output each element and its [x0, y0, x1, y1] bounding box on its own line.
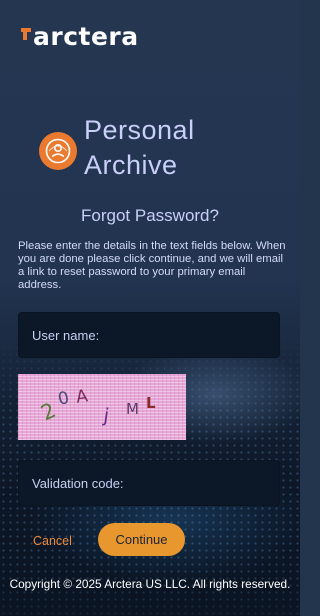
continue-button[interactable]: Continue — [98, 523, 185, 556]
svg-text:2: 2 — [37, 398, 59, 425]
username-input[interactable] — [19, 313, 279, 357]
copyright-footer: Copyright © 2025 Arctera US LLC. All rig… — [9, 577, 291, 591]
svg-text:M: M — [126, 400, 139, 418]
captcha-text-graphic: 2 0 A j M L — [37, 386, 156, 427]
validation-code-input[interactable] — [19, 461, 279, 505]
validation-code-field-container — [18, 460, 280, 506]
svg-text:0: 0 — [56, 388, 71, 410]
svg-text:j: j — [101, 404, 110, 427]
username-field-container — [18, 312, 280, 358]
page-heading: Forgot Password? — [81, 206, 219, 225]
svg-text:L: L — [146, 394, 156, 412]
captcha-image: 2 0 A j M L — [18, 374, 186, 440]
archive-user-glyph-icon — [45, 138, 71, 164]
instructions-text: Please enter the details in the text fie… — [18, 240, 286, 291]
app-title-line2: Archive — [84, 150, 178, 180]
svg-text:A: A — [75, 386, 90, 407]
app-title: Personal Archive — [84, 113, 284, 183]
cancel-link[interactable]: Cancel — [33, 534, 72, 548]
logo-text: arctera — [33, 22, 139, 51]
logo-mark-icon — [21, 28, 31, 40]
archive-user-icon — [39, 132, 77, 170]
arctera-logo: arctera — [20, 22, 139, 52]
app-title-line1: Personal — [84, 115, 195, 145]
